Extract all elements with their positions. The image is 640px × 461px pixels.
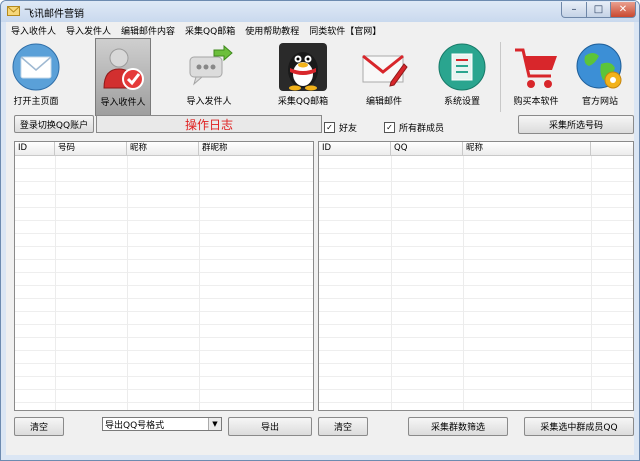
maximize-button[interactable]: □ bbox=[586, 2, 611, 18]
minimize-button[interactable]: – bbox=[561, 2, 587, 18]
clear-right-button[interactable]: 清空 bbox=[318, 417, 368, 436]
toolbar-buy[interactable]: 购买本软件 bbox=[508, 38, 564, 116]
left-table[interactable]: ID 号码 昵称 群昵称 bbox=[14, 141, 314, 411]
check-icon: ✓ bbox=[324, 122, 335, 133]
menu-related-software[interactable]: 同类软件【官网】 bbox=[304, 22, 386, 38]
column-nickname[interactable]: 昵称 bbox=[127, 142, 199, 155]
export-format-select[interactable]: 导出QQ号格式 ▼ bbox=[102, 417, 222, 431]
check-icon: ✓ bbox=[384, 122, 395, 133]
menu-import-senders[interactable]: 导入发件人 bbox=[61, 22, 116, 38]
title-bar: 飞讯邮件营销 – □ ✕ bbox=[1, 1, 639, 22]
column-divider bbox=[463, 156, 464, 410]
qq-penguin-icon bbox=[279, 43, 327, 91]
toolbar-import-recipients[interactable]: 导入收件人 bbox=[95, 38, 151, 116]
toolbar-label: 编辑邮件 bbox=[365, 97, 402, 107]
menu-import-recipients[interactable]: 导入收件人 bbox=[6, 22, 61, 38]
login-switch-qq-button[interactable]: 登录切换QQ账户 bbox=[14, 115, 94, 133]
menu-bar: 导入收件人 导入发件人 编辑邮件内容 采集QQ邮箱 使用帮助教程 同类软件【官网… bbox=[6, 22, 634, 38]
toolbar-website[interactable]: 官方网站 bbox=[570, 38, 630, 116]
friends-checkbox-label: 好友 bbox=[339, 124, 358, 134]
collect-group-members-button[interactable]: 采集选中群成员QQ bbox=[524, 417, 634, 436]
main-content: 导入收件人 导入发件人 编辑邮件内容 采集QQ邮箱 使用帮助教程 同类软件【官网… bbox=[6, 22, 634, 455]
operation-log-title: 操作日志 bbox=[96, 115, 322, 133]
column-qq[interactable]: QQ bbox=[391, 142, 463, 155]
toolbar-label: 导入收件人 bbox=[100, 98, 146, 108]
toolbar-label: 导入发件人 bbox=[186, 97, 232, 107]
column-group-nickname[interactable]: 群昵称 bbox=[199, 142, 313, 155]
toolbar-label: 采集QQ邮箱 bbox=[277, 97, 329, 107]
table-body bbox=[15, 156, 313, 410]
toolbar-import-senders[interactable]: 导入发件人 bbox=[181, 38, 237, 116]
toolbar-settings[interactable]: 系统设置 bbox=[434, 38, 490, 116]
toolbar-open-home[interactable]: 打开主页面 bbox=[8, 38, 64, 116]
toolbar-collect-qq[interactable]: 采集QQ邮箱 bbox=[272, 38, 334, 116]
toolbar-label: 系统设置 bbox=[443, 97, 480, 107]
export-button[interactable]: 导出 bbox=[228, 417, 312, 436]
column-empty bbox=[591, 142, 633, 155]
envelope-icon bbox=[12, 43, 60, 91]
edit-mail-icon bbox=[362, 54, 408, 87]
close-button[interactable]: ✕ bbox=[610, 2, 636, 18]
column-id[interactable]: ID bbox=[15, 142, 55, 155]
chat-forward-icon bbox=[189, 44, 233, 86]
toolbar-label: 打开主页面 bbox=[13, 97, 59, 107]
column-nickname[interactable]: 昵称 bbox=[463, 142, 591, 155]
clear-left-button[interactable]: 清空 bbox=[14, 417, 64, 436]
user-check-icon bbox=[103, 48, 144, 90]
menu-help[interactable]: 使用帮助教程 bbox=[240, 22, 304, 38]
toolbar-label: 购买本软件 bbox=[513, 97, 559, 107]
right-table-header: ID QQ 昵称 bbox=[319, 142, 633, 156]
app-envelope-icon bbox=[7, 6, 20, 16]
toolbar: 打开主页面 导入收件人 导入发件人 采集QQ邮箱 编辑邮件 系统设置 购买本软件… bbox=[6, 38, 634, 118]
export-format-value: 导出QQ号格式 bbox=[105, 420, 165, 431]
column-divider bbox=[199, 156, 200, 410]
cart-icon bbox=[515, 48, 557, 88]
all-members-checkbox-label: 所有群成员 bbox=[399, 124, 445, 134]
collect-selected-button[interactable]: 采集所选号码 bbox=[518, 115, 634, 134]
column-divider bbox=[55, 156, 56, 410]
menu-edit-mail[interactable]: 编辑邮件内容 bbox=[116, 22, 180, 38]
toolbar-label: 官方网站 bbox=[581, 97, 618, 107]
group-filter-button[interactable]: 采集群数筛选 bbox=[408, 417, 508, 436]
globe-icon bbox=[576, 43, 622, 89]
column-divider bbox=[127, 156, 128, 410]
column-divider bbox=[591, 156, 592, 410]
window-title: 飞讯邮件营销 bbox=[24, 9, 84, 20]
toolbar-edit-mail[interactable]: 编辑邮件 bbox=[356, 38, 412, 116]
chevron-down-icon[interactable]: ▼ bbox=[208, 418, 221, 430]
menu-collect-qq[interactable]: 采集QQ邮箱 bbox=[180, 22, 240, 38]
friends-checkbox[interactable]: ✓ 好友 bbox=[324, 121, 357, 134]
app-window: 飞讯邮件营销 – □ ✕ 导入收件人 导入发件人 编辑邮件内容 采集QQ邮箱 使… bbox=[0, 0, 640, 461]
table-body bbox=[319, 156, 633, 410]
left-table-header: ID 号码 昵称 群昵称 bbox=[15, 142, 313, 156]
toolbar-separator bbox=[500, 42, 501, 112]
all-members-checkbox[interactable]: ✓ 所有群成员 bbox=[384, 121, 444, 134]
column-id[interactable]: ID bbox=[319, 142, 391, 155]
column-number[interactable]: 号码 bbox=[55, 142, 127, 155]
column-divider bbox=[391, 156, 392, 410]
right-table[interactable]: ID QQ 昵称 bbox=[318, 141, 634, 411]
settings-list-icon bbox=[438, 43, 486, 91]
